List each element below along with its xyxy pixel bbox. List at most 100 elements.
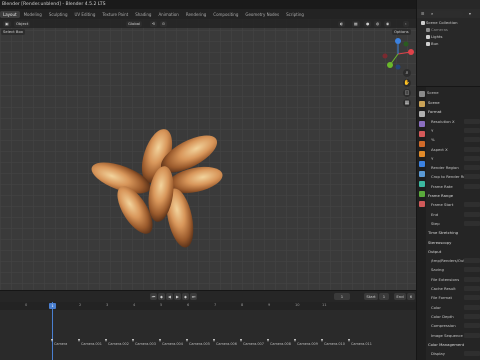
outliner-search-field[interactable]: ⌕: [429, 10, 463, 17]
keyframe-next-icon[interactable]: ◆: [182, 293, 189, 300]
properties-field-row[interactable]: %: [427, 136, 480, 143]
properties-value-field[interactable]: [464, 202, 480, 208]
properties-field-row[interactable]: Y: [427, 127, 480, 134]
editor-type-button[interactable]: ▣: [3, 20, 11, 27]
3d-viewport[interactable]: ▣ Object Global ⟲ ⊙ ◐ ▦ ● ◍ ◉ ‹ Select B…: [0, 19, 416, 290]
bun-object[interactable]: [85, 114, 230, 254]
properties-value-field[interactable]: [464, 118, 480, 124]
start-frame-field[interactable]: 1: [379, 293, 389, 300]
output-tab-icon[interactable]: [418, 111, 425, 117]
render-tab-icon[interactable]: [418, 101, 425, 107]
outliner-row[interactable]: Lights: [417, 33, 480, 40]
timeline-marker[interactable]: Camera.007: [243, 342, 264, 346]
timeline-marker[interactable]: Camera.004: [162, 342, 183, 346]
jump-start-icon[interactable]: ⏮: [150, 293, 157, 300]
timeline-editor[interactable]: ⏮ ◆ ◀ ▶ ◆ ⏭ 1 Start 1 End 6 012345678910…: [0, 290, 416, 360]
properties-value-field[interactable]: [464, 286, 480, 291]
properties-panel-header[interactable]: Output: [427, 248, 480, 255]
properties-field-row[interactable]: Color Depth: [427, 313, 480, 320]
marker-icon[interactable]: [239, 339, 242, 342]
navigation-gizmo[interactable]: [381, 37, 415, 71]
workspace-tab-texture-paint[interactable]: Texture Paint: [99, 11, 131, 18]
workspace-tab-layout[interactable]: Layout: [0, 10, 20, 18]
perspective-toggle-icon[interactable]: ▦: [403, 99, 411, 107]
properties-value-field[interactable]: [464, 127, 480, 133]
properties-value-field[interactable]: [464, 295, 480, 301]
marker-icon[interactable]: [320, 339, 323, 342]
properties-value-field[interactable]: [464, 155, 480, 161]
marker-icon[interactable]: [347, 339, 350, 342]
properties-panel-header[interactable]: Scene: [427, 99, 480, 106]
outliner-editor[interactable]: ☰ ⌕ ▾ Scene Collection Cameras Lights Bun: [416, 0, 480, 86]
tool-tab-icon[interactable]: [418, 91, 425, 97]
play-reverse-icon[interactable]: ◀: [166, 293, 173, 300]
workspace-tab-modeling[interactable]: Modeling: [21, 11, 45, 18]
properties-field-row[interactable]: Y: [427, 155, 480, 162]
view-layer-tab-icon[interactable]: [418, 121, 425, 127]
properties-panel-header[interactable]: Stereoscopy: [427, 239, 480, 246]
timeline-ruler[interactable]: 0 1 2 3 4 5 6 7 8 9 10 11: [0, 302, 416, 310]
workspace-tab-scripting[interactable]: Scripting: [283, 11, 307, 18]
properties-panel-header[interactable]: Color Management: [427, 341, 480, 348]
timeline-marker[interactable]: Camera.006: [216, 342, 237, 346]
properties-value-field[interactable]: [464, 146, 480, 152]
timeline-marker[interactable]: Camera.003: [135, 342, 156, 346]
properties-value-field[interactable]: [464, 174, 480, 180]
properties-field-row[interactable]: Image Sequence: [427, 332, 480, 339]
workspace-tab-shading[interactable]: Shading: [132, 11, 154, 18]
sidebar-toggle-icon[interactable]: ‹: [403, 20, 409, 27]
outliner-row[interactable]: Bun: [417, 40, 480, 47]
marker-icon[interactable]: [212, 339, 215, 342]
marker-icon[interactable]: [293, 339, 296, 342]
scene-tab-icon[interactable]: [418, 131, 425, 137]
timeline-marker[interactable]: Camera.005: [189, 342, 210, 346]
outliner-row[interactable]: Cameras: [417, 26, 480, 33]
outliner-row[interactable]: Scene Collection: [417, 19, 480, 26]
proportional-edit-icon[interactable]: ⊙: [160, 20, 168, 27]
marker-icon[interactable]: [185, 339, 188, 342]
properties-field-row[interactable]: Render Region: [427, 164, 480, 171]
properties-panel-header[interactable]: Frame Range: [427, 192, 480, 199]
shading-solid-icon[interactable]: ●: [364, 20, 372, 27]
particles-tab-icon[interactable]: [418, 171, 425, 177]
physics-tab-icon[interactable]: [418, 181, 425, 187]
properties-value-field[interactable]: [464, 267, 480, 273]
object-mode-dropdown[interactable]: Object: [14, 20, 31, 27]
gizmo-x-axis[interactable]: [408, 49, 414, 55]
playhead[interactable]: [52, 302, 53, 360]
properties-value-field[interactable]: [464, 211, 480, 217]
marker-icon[interactable]: [158, 339, 161, 342]
xray-icon[interactable]: ▦: [352, 20, 360, 27]
properties-value-field[interactable]: [464, 313, 480, 319]
play-icon[interactable]: ▶: [174, 293, 181, 300]
workspace-tab-compositing[interactable]: Compositing: [210, 11, 241, 18]
properties-value-field[interactable]: [464, 304, 480, 310]
properties-panel-header[interactable]: Format: [427, 108, 480, 115]
shading-material-icon[interactable]: ◍: [374, 20, 382, 27]
timeline-marker[interactable]: Camera.009: [297, 342, 318, 346]
gizmo-y-axis[interactable]: [387, 62, 393, 68]
properties-field-row[interactable]: Compression: [427, 322, 480, 329]
marker-icon[interactable]: [104, 339, 107, 342]
properties-editor[interactable]: Scene Scene Format Resolution X Y% Aspect XYR…: [416, 86, 480, 360]
properties-field-row[interactable]: Frame Start: [427, 201, 480, 208]
playhead-frame-label[interactable]: 1: [49, 303, 56, 309]
shading-rendered-icon[interactable]: ◉: [384, 20, 392, 27]
jump-end-icon[interactable]: ⏭: [190, 293, 197, 300]
properties-field-row[interactable]: End: [427, 211, 480, 218]
world-tab-icon[interactable]: [418, 141, 425, 147]
properties-field-row[interactable]: Crop to Render Region: [427, 173, 480, 180]
properties-field-row[interactable]: Display: [427, 350, 480, 357]
properties-value-field[interactable]: [464, 258, 480, 264]
properties-field-row[interactable]: Cache Result: [427, 285, 480, 292]
material-tab-icon[interactable]: [418, 201, 425, 207]
select-box-dropdown[interactable]: Select Box: [1, 29, 25, 35]
properties-value-field[interactable]: [464, 137, 480, 143]
end-frame-field[interactable]: 6: [407, 293, 415, 300]
workspace-tab-uv-editing[interactable]: UV Editing: [72, 11, 99, 18]
modifier-tab-icon[interactable]: [418, 161, 425, 167]
marker-icon[interactable]: [77, 339, 80, 342]
properties-field-row[interactable]: Aspect X: [427, 146, 480, 153]
timeline-marker[interactable]: Camera: [54, 342, 67, 346]
timeline-marker[interactable]: Camera.010: [324, 342, 345, 346]
